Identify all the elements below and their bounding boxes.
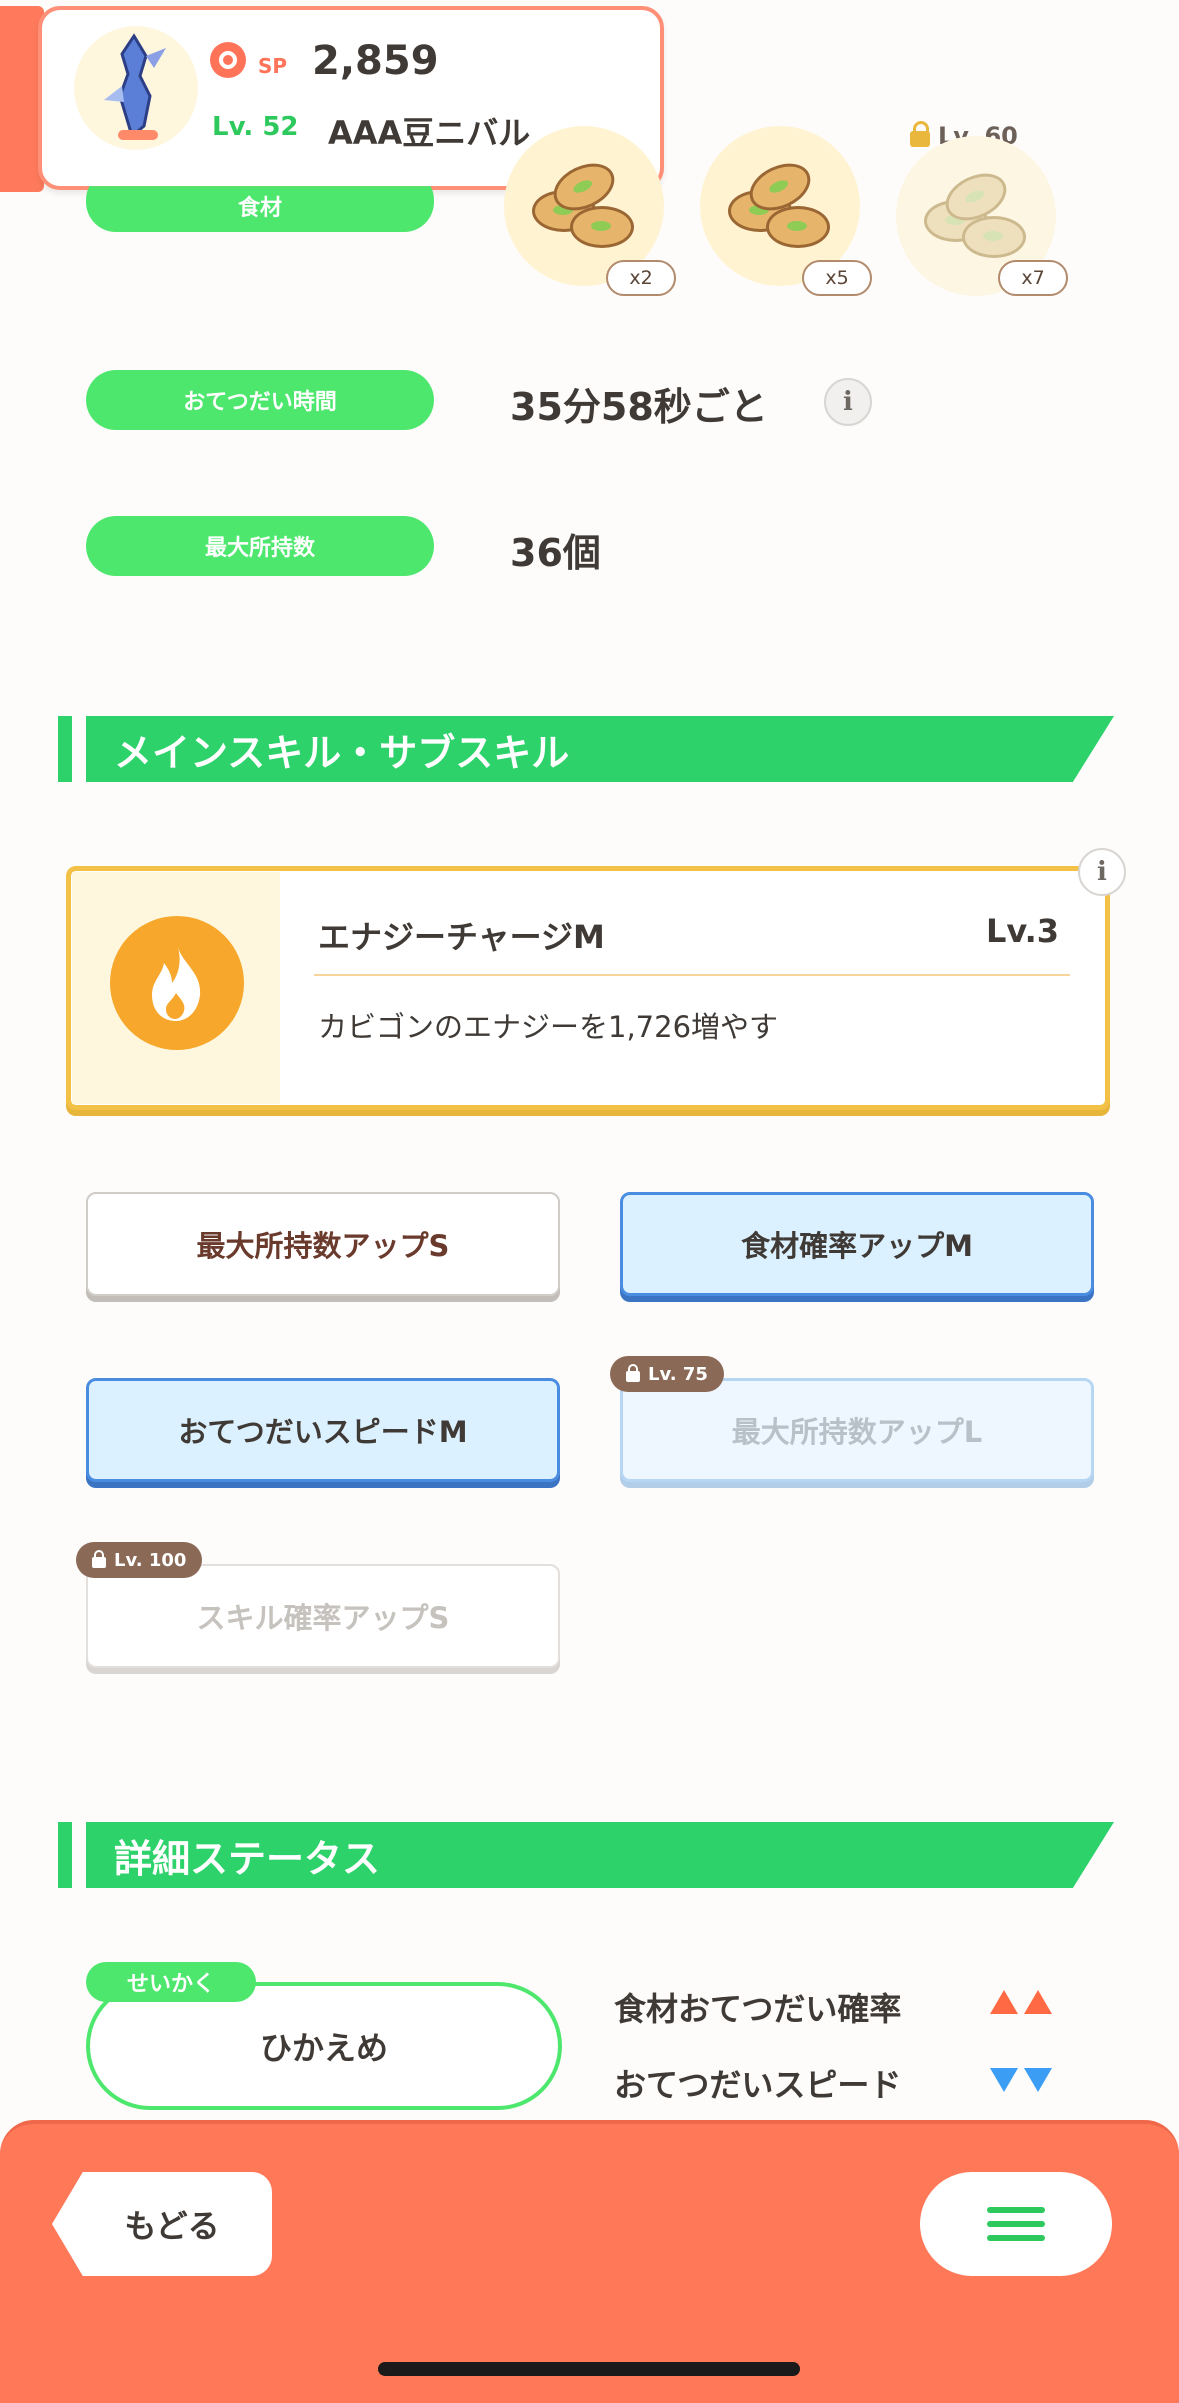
unlock-level-tag: Lv. 75	[610, 1356, 724, 1392]
sub-skill-4-locked[interactable]: 最大所持数アップL	[620, 1378, 1094, 1482]
divider	[314, 974, 1070, 976]
help-time-value: 35分58秒ごと	[510, 385, 768, 429]
info-icon[interactable]: i	[1078, 848, 1126, 896]
pokemon-sprite	[74, 26, 198, 150]
sp-label: SP	[258, 54, 288, 78]
pokemon-level: Lv. 52	[212, 112, 299, 142]
pokemon-name: AAA豆ニバル	[328, 114, 531, 152]
nature-tag: せいかく	[86, 1962, 256, 2002]
sub-skill-1[interactable]: 最大所持数アップS	[86, 1192, 560, 1296]
hamburger-menu-icon[interactable]	[920, 2172, 1112, 2276]
sp-value: 2,859	[312, 38, 439, 84]
bean-icon	[766, 206, 830, 248]
nature-stat-up-label: 食材おてつだい確率	[614, 1990, 902, 2028]
max-carry-label: 最大所持数	[86, 516, 434, 576]
lock-icon	[910, 121, 930, 147]
main-skill-name: エナジーチャージM	[318, 918, 605, 956]
main-skill-level: Lv.3	[986, 912, 1060, 950]
unlock-level-tag: Lv. 100	[76, 1542, 203, 1578]
lock-icon	[626, 1363, 640, 1382]
ingredient-qty-3: x7	[998, 260, 1068, 296]
help-time-label: おてつだい時間	[86, 370, 434, 430]
nature-stat-down-label: おてつだいスピード	[614, 2066, 902, 2104]
home-indicator[interactable]	[378, 2362, 800, 2376]
sp-icon	[210, 42, 246, 78]
sub-skill-3[interactable]: おてつだいスピードM	[86, 1378, 560, 1482]
sub-skill-2[interactable]: 食材確率アップM	[620, 1192, 1094, 1296]
sub-skill-5-locked[interactable]: スキル確率アップS	[86, 1564, 560, 1668]
bean-icon	[962, 216, 1026, 258]
section-bar	[58, 1822, 72, 1888]
flame-icon	[110, 916, 244, 1050]
back-button[interactable]: もどる	[52, 2172, 272, 2276]
ingredient-qty-1: x2	[606, 260, 676, 296]
details-section-title: 詳細ステータス	[86, 1822, 1114, 1888]
down-arrows-icon	[990, 2068, 1052, 2092]
bean-icon	[570, 206, 634, 248]
main-skill-description: カビゴンのエナジーを1,726増やす	[318, 1010, 779, 1044]
section-bar	[58, 716, 72, 782]
skills-section-title: メインスキル・サブスキル	[86, 716, 1114, 782]
ingredient-qty-2: x5	[802, 260, 872, 296]
up-arrows-icon	[990, 1990, 1052, 2014]
max-carry-value: 36個	[510, 531, 601, 575]
info-icon[interactable]: i	[824, 378, 872, 426]
lock-icon	[92, 1549, 106, 1568]
